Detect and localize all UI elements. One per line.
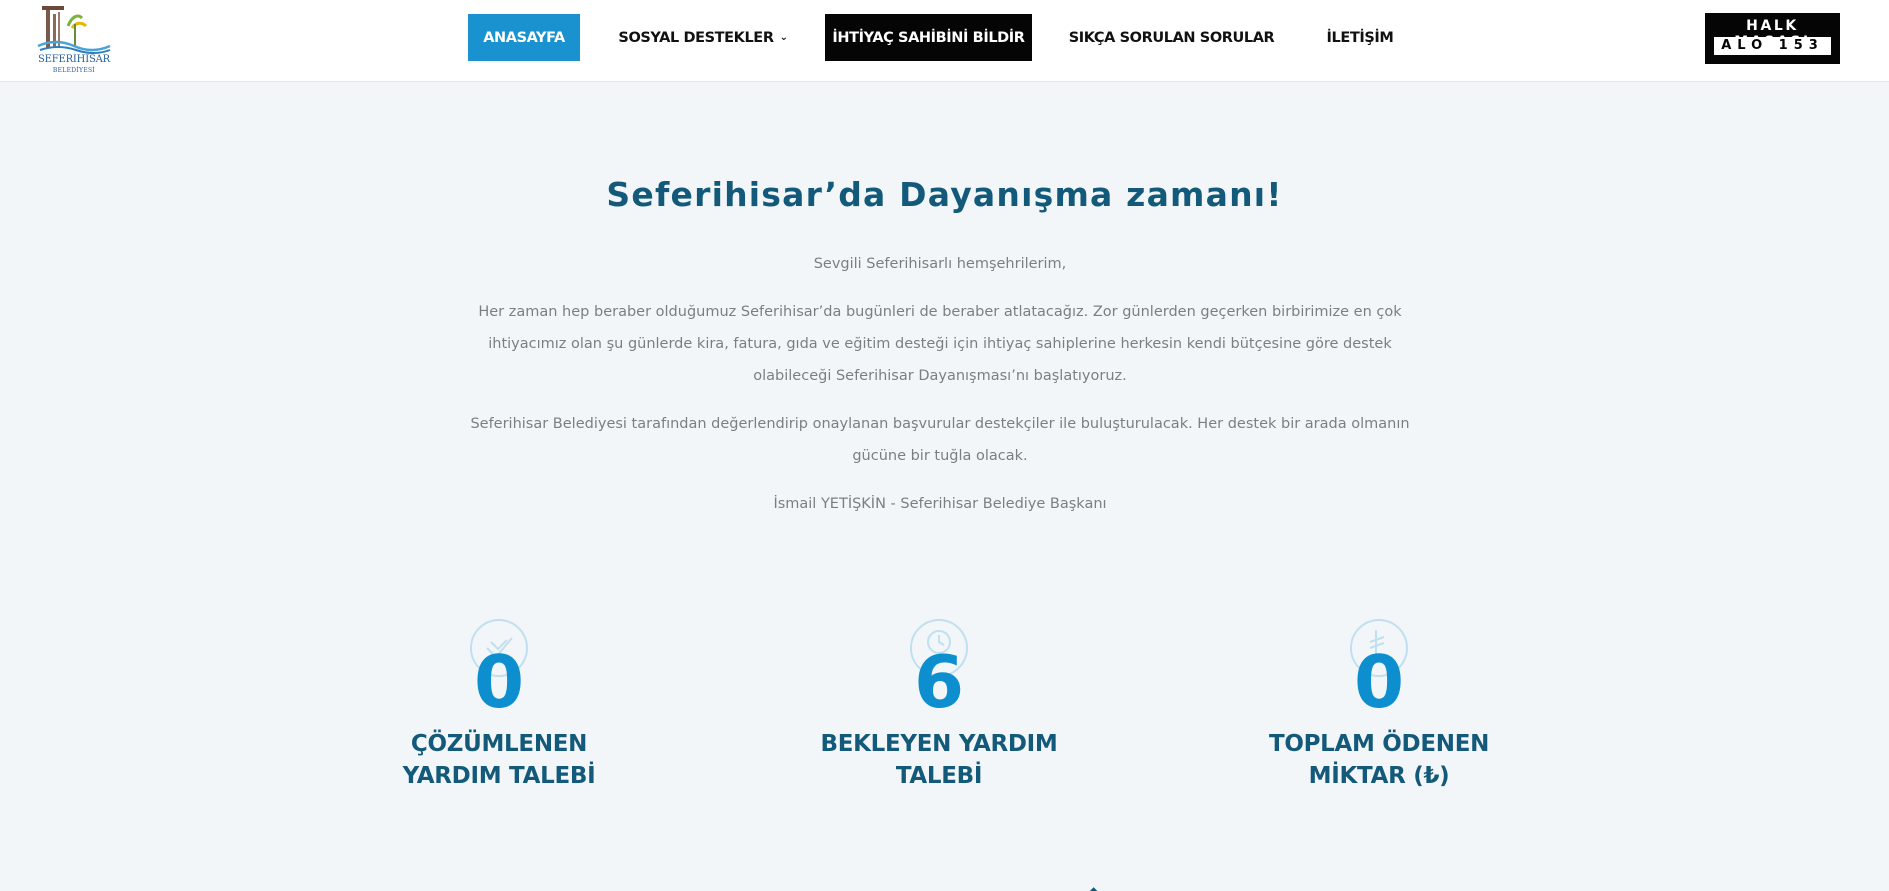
nav-contact[interactable]: İLETİŞİM xyxy=(1320,14,1400,61)
page-title: Seferihisar’da Dayanışma zamanı! xyxy=(606,175,1283,214)
stat-label-line: BEKLEYEN YARDIM xyxy=(820,731,1058,757)
nav-report-needy[interactable]: İHTİYAÇ SAHİBİNİ BİLDİR xyxy=(825,14,1032,61)
stat-label-line: TOPLAM ÖDENEN xyxy=(1268,731,1490,757)
nav-social-label: SOSYAL DESTEKLER xyxy=(618,29,774,46)
logo-emblem-icon xyxy=(37,6,111,54)
stat-label-line: YARDIM TALEBİ xyxy=(402,763,596,789)
chevron-down-icon: ⌄ xyxy=(779,32,788,43)
nav-faq-label: SIKÇA SORULAN SORULAR xyxy=(1068,29,1275,46)
nav-home[interactable]: ANASAYFA xyxy=(468,14,580,61)
stat-label-line: MİKTAR (₺) xyxy=(1308,763,1450,789)
stat-value: 6 xyxy=(913,640,965,724)
stat-label: TOPLAM ÖDENEN MİKTAR (₺) xyxy=(1229,728,1529,792)
stat-label-line: TALEBİ xyxy=(895,763,983,789)
intro-paragraph: Her zaman hep beraber olduğumuz Seferihi… xyxy=(478,304,1402,384)
nav-report-label: İHTİYAÇ SAHİBİNİ BİLDİR xyxy=(832,29,1025,46)
support-paragraph: Seferihisar Belediyesi tarafından değerl… xyxy=(470,416,1410,464)
site-header: SEFERIHISAR BELEDİYESİ ANASAYFA SOSYAL D… xyxy=(0,0,1889,82)
scroll-hint-icon: ◆ xyxy=(1089,884,1099,891)
stat-value: 0 xyxy=(1353,640,1405,724)
stat-label-line: ÇÖZÜMLENEN xyxy=(410,731,588,757)
stat-label: ÇÖZÜMLENEN YARDIM TALEBİ xyxy=(349,728,649,792)
nav-social-supports[interactable]: SOSYAL DESTEKLER ⌄ xyxy=(618,14,788,61)
greeting-text: Sevgili Seferihisarlı hemşehrilerim, xyxy=(813,256,1067,272)
halk-masasi-badge[interactable]: HALK MASASI ALO 153 xyxy=(1705,13,1840,64)
stat-value: 0 xyxy=(473,640,525,724)
stat-label: BEKLEYEN YARDIM TALEBİ xyxy=(789,728,1089,792)
nav-home-label: ANASAYFA xyxy=(483,29,565,46)
seferihisar-logo[interactable]: SEFERIHISAR BELEDİYESİ xyxy=(36,4,112,76)
halk-masasi-phone: ALO 153 xyxy=(1714,37,1831,55)
nav-faq[interactable]: SIKÇA SORULAN SORULAR xyxy=(1068,14,1275,61)
logo-name: SEFERIHISAR xyxy=(38,54,110,65)
logo-subtitle: BELEDİYESİ xyxy=(52,67,96,74)
nav-contact-label: İLETİŞİM xyxy=(1326,29,1394,46)
mayor-signature: İsmail YETİŞKİN - Seferihisar Belediye B… xyxy=(773,496,1107,512)
